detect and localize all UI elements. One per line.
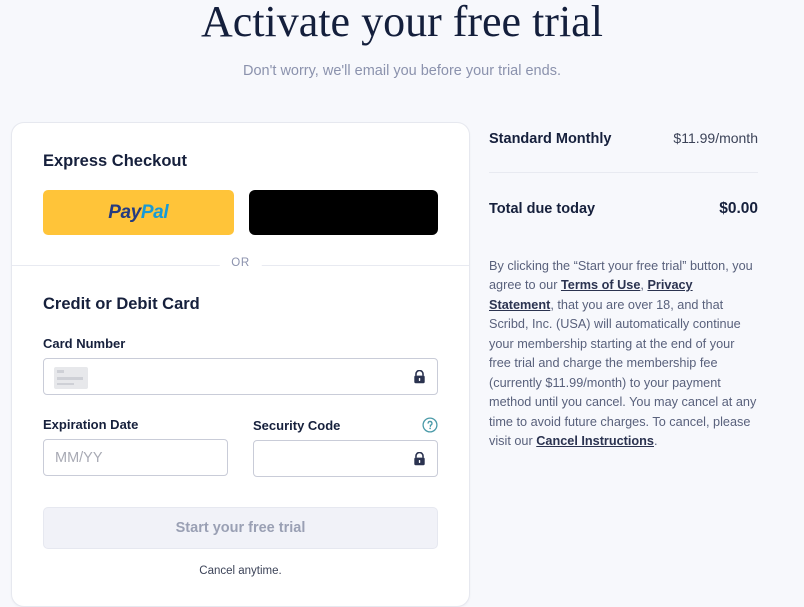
security-code-label: Security Code — [253, 417, 341, 433]
lock-icon — [414, 451, 425, 465]
terms-of-use-link[interactable]: Terms of Use — [561, 278, 640, 292]
checkout-card: Express Checkout PayPal OR Credit or Deb… — [11, 122, 470, 607]
or-divider: OR — [12, 257, 469, 269]
security-code-input-wrapper[interactable] — [253, 440, 438, 477]
expiration-label: Expiration Date — [43, 417, 139, 432]
credit-card-section: Credit or Debit Card Card Number Expirat… — [12, 266, 469, 606]
total-value: $0.00 — [719, 200, 758, 217]
plan-price: $11.99/month — [673, 130, 758, 146]
expiration-label-row: Expiration Date — [43, 417, 228, 439]
paypal-button[interactable]: PayPal — [43, 190, 234, 235]
paypal-logo-pay: Pay — [108, 201, 141, 223]
security-code-input[interactable] — [254, 441, 437, 476]
express-checkout-title: Express Checkout — [43, 152, 187, 170]
security-code-field: Security Code — [253, 417, 438, 477]
lock-icon — [414, 369, 425, 383]
page-header: Activate your free trial Don't worry, we… — [0, 0, 804, 79]
express-payment-buttons: PayPal — [43, 171, 438, 235]
plan-name: Standard Monthly — [489, 131, 612, 147]
expiration-input[interactable] — [44, 440, 227, 475]
security-code-label-row: Security Code — [253, 417, 438, 440]
start-free-trial-button[interactable]: Start your free trial — [43, 507, 438, 549]
express-checkout-section: Express Checkout PayPal — [12, 123, 469, 235]
total-row: Total due today $0.00 — [489, 173, 758, 218]
paypal-logo-pal: Pal — [140, 201, 169, 223]
credit-card-icon — [54, 367, 88, 389]
page-subtitle: Don't worry, we'll email you before your… — [243, 63, 561, 79]
credit-card-title: Credit or Debit Card — [43, 295, 200, 313]
legal-text-part-3: , that you are over 18, and that Scribd,… — [489, 297, 757, 449]
card-number-label: Card Number — [43, 336, 126, 351]
legal-disclaimer: By clicking the “Start your free trial” … — [489, 231, 758, 452]
expiry-security-row: Expiration Date Security Code — [43, 395, 438, 477]
total-label: Total due today — [489, 201, 596, 217]
cancel-instructions-link[interactable]: Cancel Instructions — [536, 434, 654, 448]
help-circle-icon[interactable] — [422, 417, 438, 433]
or-divider-label: OR — [219, 257, 262, 269]
order-summary-panel: Standard Monthly $11.99/month Total due … — [489, 130, 758, 464]
page-title: Activate your free trial — [201, 0, 603, 46]
cancel-anytime-note: Cancel anytime. — [199, 565, 282, 577]
card-number-input[interactable] — [44, 359, 437, 394]
card-number-input-wrapper[interactable] — [43, 358, 438, 395]
apple-pay-button[interactable] — [248, 190, 438, 235]
expiration-input-wrapper[interactable] — [43, 439, 228, 476]
expiration-field: Expiration Date — [43, 417, 228, 477]
legal-text-part-4: . — [654, 434, 658, 449]
card-number-field: Card Number — [43, 314, 438, 395]
plan-row: Standard Monthly $11.99/month — [489, 130, 758, 147]
paypal-logo-icon: PayPal — [108, 202, 168, 224]
